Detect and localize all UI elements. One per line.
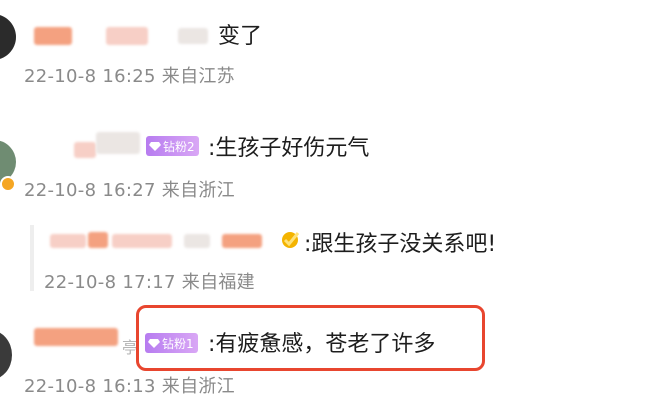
- comment-meta: 22-10-8 16:27 来自浙江: [24, 180, 235, 201]
- username-redacted[interactable]: [106, 27, 148, 45]
- username-redacted[interactable]: [184, 234, 210, 248]
- avatar[interactable]: [0, 14, 16, 60]
- reply-text: :跟生孩子没关系吧!: [304, 232, 497, 257]
- username-redacted[interactable]: [34, 27, 72, 45]
- avatar[interactable]: [0, 330, 12, 380]
- comment-meta: 22-10-8 16:25 来自江苏: [24, 66, 235, 87]
- diamond-badge-icon: [149, 142, 161, 151]
- verified-v-icon: [282, 232, 300, 248]
- reply-divider: [30, 225, 34, 291]
- badge-label: 钻粉2: [163, 139, 195, 154]
- username-redacted[interactable]: [34, 328, 118, 346]
- username-redacted[interactable]: [222, 234, 262, 248]
- reply-meta: 22-10-8 17:17 来自福建: [44, 272, 255, 293]
- fan-level-badge[interactable]: 钻粉2: [146, 136, 199, 156]
- username-redacted[interactable]: [96, 132, 140, 154]
- comment-text: :生孩子好伤元气: [208, 136, 370, 161]
- comment-text: 变了: [218, 24, 263, 49]
- username-redacted[interactable]: [112, 234, 172, 248]
- username-redacted[interactable]: [88, 232, 108, 248]
- username-redacted[interactable]: [74, 142, 96, 158]
- comment-meta: 22-10-8 16:13 来自浙江: [24, 376, 235, 397]
- username-redacted[interactable]: [50, 234, 86, 248]
- avatar-badge-icon: [0, 176, 16, 192]
- username-redacted[interactable]: [178, 28, 208, 44]
- highlight-box: [136, 305, 485, 371]
